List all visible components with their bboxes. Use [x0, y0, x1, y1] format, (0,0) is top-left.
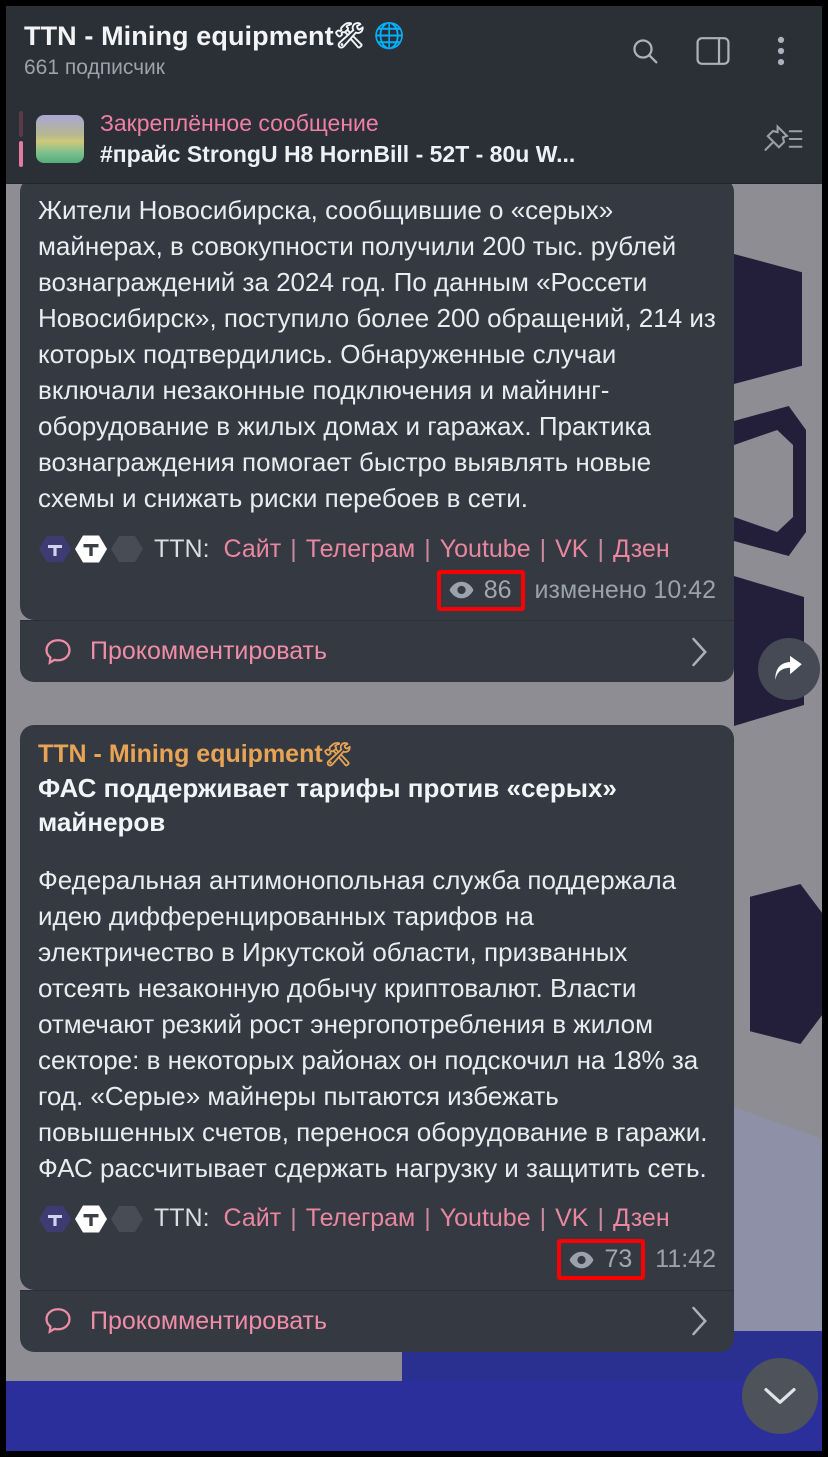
- chevron-down-icon: [764, 1388, 796, 1404]
- message-text: Федеральная антимонопольная служба подде…: [38, 864, 708, 1183]
- tools-emoji: 🛠: [322, 741, 352, 768]
- link-separator: |: [597, 1204, 604, 1233]
- link-separator: |: [539, 1204, 547, 1233]
- link-telegram[interactable]: Телеграм: [306, 1204, 416, 1233]
- link-vk[interactable]: VK: [555, 1204, 588, 1233]
- globe-emoji: 🌐: [373, 22, 405, 50]
- link-separator: |: [597, 534, 604, 563]
- link-youtube[interactable]: Youtube: [440, 535, 531, 564]
- ton-purple-hex-icon: [38, 1204, 72, 1234]
- comment-bubble-icon: [45, 1308, 71, 1335]
- comment-label: Прокомментировать: [90, 1306, 328, 1335]
- message-timestamp: 11:42: [655, 1245, 716, 1274]
- comment-label: Прокомментировать: [90, 637, 328, 665]
- tools-emoji: 🛠: [333, 22, 366, 50]
- pin-list-icon[interactable]: [760, 122, 822, 156]
- link-separator: |: [290, 534, 297, 563]
- view-count: 86: [483, 575, 512, 604]
- message-signature-row: TTN: Сайт | Телеграм | Youtube | VK | Дз…: [38, 1204, 716, 1234]
- message-1: Жители Новосибирска, сообщившие о «серых…: [20, 184, 734, 682]
- pinned-text: Закреплённое сообщение #прайс StrongU H8…: [100, 110, 760, 167]
- link-dzen[interactable]: Дзен: [613, 1204, 670, 1233]
- message-channel-name: TTN - Mining equipment 🛠: [38, 739, 716, 770]
- view-count-highlight: 73: [557, 1239, 646, 1281]
- message-2: TTN - Mining equipment 🛠 ФАС поддерживает…: [20, 725, 734, 1352]
- telegram-window: TTN - Mining equipment🛠🌐 661 подписчик: [6, 6, 822, 1451]
- link-youtube[interactable]: Youtube: [440, 1204, 531, 1233]
- message-meta-row: 73 11:42: [38, 1239, 716, 1281]
- ton-purple-hex-icon: [38, 534, 72, 564]
- link-separator: |: [424, 534, 431, 563]
- link-separator: |: [424, 1204, 431, 1233]
- channel-header-info[interactable]: TTN - Mining equipment 🛠 🌐 661 подписчик: [6, 21, 628, 80]
- link-site[interactable]: Сайт: [224, 535, 282, 564]
- comment-bubble-icon: [45, 638, 71, 665]
- message-timestamp: изменено 10:42: [534, 575, 716, 604]
- signature-label: TTN:: [154, 534, 210, 563]
- link-site[interactable]: Сайт: [224, 1204, 282, 1233]
- chevron-right-icon: [692, 637, 707, 666]
- link-separator: |: [539, 534, 547, 563]
- message-bubble[interactable]: TTN - Mining equipment 🛠 ФАС поддерживает…: [20, 725, 734, 1290]
- comment-button[interactable]: Прокомментировать: [20, 620, 734, 682]
- signature-label: TTN:: [154, 1204, 210, 1233]
- eye-icon: [570, 1251, 594, 1269]
- search-icon[interactable]: [628, 34, 662, 68]
- signature-emoji-group: [38, 534, 144, 564]
- view-count-highlight: 86: [436, 569, 525, 611]
- channel-title: TTN - Mining equipment: [24, 21, 334, 51]
- scroll-to-bottom-button[interactable]: [742, 1358, 818, 1434]
- gray-hex-icon: [110, 534, 144, 564]
- chevron-right-icon: [692, 1307, 707, 1336]
- comment-button[interactable]: Прокомментировать: [20, 1289, 734, 1352]
- message-meta-row: 86 изменено 10:42: [38, 569, 716, 611]
- chat-scroll-area[interactable]: Жители Новосибирска, сообщившие о «серых…: [6, 184, 822, 1451]
- header-actions: [628, 34, 822, 68]
- channel-header: TTN - Mining equipment 🛠 🌐 661 подписчик: [6, 6, 822, 95]
- pinned-thumbnail: [36, 115, 84, 163]
- subscriber-count: 661 подписчик: [24, 56, 165, 79]
- gray-hex-icon: [110, 1204, 144, 1234]
- channel-title-row: TTN - Mining equipment 🛠 🌐: [24, 21, 628, 52]
- link-telegram[interactable]: Телеграм: [306, 535, 416, 564]
- wallpaper-blue-bar: [6, 1381, 822, 1451]
- sidebar-panel-icon[interactable]: [696, 34, 730, 68]
- pinned-message-bar[interactable]: Закреплённое сообщение #прайс StrongU H8…: [6, 95, 822, 184]
- pinned-label: Закреплённое сообщение: [100, 110, 379, 137]
- eye-icon: [449, 581, 474, 599]
- link-separator: |: [290, 1204, 297, 1233]
- more-vertical-icon[interactable]: [764, 34, 798, 68]
- message-bubble[interactable]: Жители Новосибирска, сообщившие о «серых…: [20, 184, 734, 620]
- link-dzen[interactable]: Дзен: [613, 535, 670, 564]
- pinned-progress-indicator: [19, 111, 24, 167]
- channel-name-text: TTN - Mining equipment: [38, 740, 323, 768]
- share-forward-icon: [775, 655, 802, 680]
- message-signature-row: TTN: Сайт | Телеграм | Youtube | VK | Дз…: [38, 534, 716, 564]
- link-vk[interactable]: VK: [555, 535, 588, 564]
- ton-white-hex-icon: [74, 1204, 108, 1234]
- signature-emoji-group: [38, 1204, 144, 1234]
- message-text: Жители Новосибирска, сообщившие о «серых…: [38, 195, 716, 513]
- pinned-preview: #прайс StrongU H8 HornBill - 52T - 80u W…: [100, 140, 576, 167]
- ton-white-hex-icon: [74, 534, 108, 564]
- view-count: 73: [604, 1245, 633, 1274]
- message-headline: ФАС поддерживает тарифы против «серых» м…: [38, 773, 617, 838]
- share-forward-button[interactable]: [758, 638, 820, 700]
